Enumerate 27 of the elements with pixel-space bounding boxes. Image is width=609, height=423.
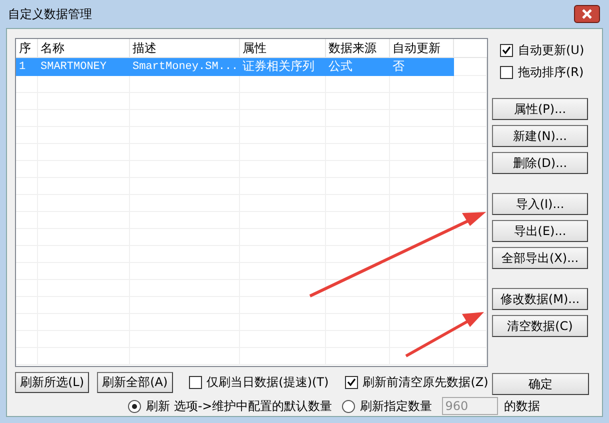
radio-button[interactable] [342,400,356,412]
radio-button[interactable] [128,400,141,412]
action-button[interactable]: 全部导出(X)... [492,247,588,269]
action-button[interactable]: 导出(E)... [492,220,588,242]
checkbox-label: 拖动排序(R) [518,64,584,80]
checkbox[interactable] [500,66,513,78]
action-button[interactable]: 清空数据(C) [492,315,588,337]
checkbox-label: 刷新前清空原先数据(Z) [362,374,488,391]
checkbox-label: 仅刷当日数据(提速)(T) [206,374,329,391]
action-button[interactable]: 导入(I)... [492,193,588,215]
checkbox-label: 自动更新(U) [518,42,584,58]
close-button[interactable] [574,5,600,23]
close-icon [581,9,593,19]
action-button[interactable]: 删除(D)... [492,152,588,174]
checkbox[interactable] [188,376,202,389]
radio-label: 刷新指定数量 [360,398,432,414]
refresh-button[interactable]: 刷新全部(A) [97,372,173,393]
window-title: 自定义数据管理 [7,6,92,22]
suffix-text: 的数据 [504,398,540,414]
radio-label: 刷新 选项->维护中配置的默认数量 [146,398,332,414]
action-button[interactable]: 属性(P)... [492,98,588,120]
refresh-button[interactable]: 刷新所选(L) [15,372,90,393]
checkbox[interactable] [500,44,513,56]
checkbox[interactable] [344,376,358,389]
action-button[interactable]: 新建(N)... [492,125,588,147]
ok-button[interactable]: 确定 [492,373,589,395]
action-button[interactable]: 修改数据(M)... [492,288,588,310]
